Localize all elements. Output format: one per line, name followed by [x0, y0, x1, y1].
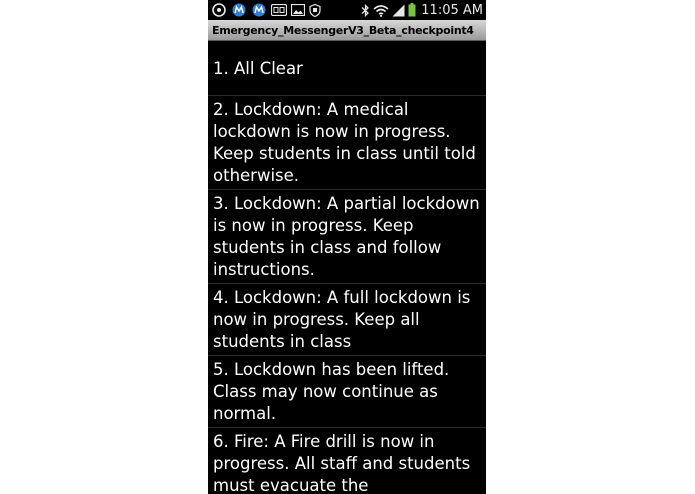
app-title: Emergency_MessengerV3_Beta_checkpoint4 — [212, 23, 474, 37]
shield-icon — [309, 3, 321, 17]
wifi-icon — [373, 4, 389, 17]
message-item-lockdown-lifted[interactable]: 5. Lockdown has been lifted. Class may n… — [208, 356, 486, 428]
message-item-full-lockdown[interactable]: 4. Lockdown: A full lockdown is now in p… — [208, 284, 486, 356]
status-time: 11:05 AM — [421, 2, 483, 18]
signal-icon — [392, 4, 405, 17]
phone-screen: 11:05 AM Emergency_MessengerV3_Beta_chec… — [208, 0, 486, 494]
message-item-all-clear[interactable]: 1. All Clear — [208, 41, 486, 96]
image-icon — [291, 4, 305, 16]
status-bar: 11:05 AM — [208, 0, 486, 20]
message-list: 1. All Clear 2. Lockdown: A medical lock… — [208, 41, 486, 494]
message-item-medical-lockdown[interactable]: 2. Lockdown: A medical lockdown is now i… — [208, 96, 486, 190]
message-item-fire-drill[interactable]: 6. Fire: A Fire drill is now in progress… — [208, 428, 486, 494]
cc-icon — [271, 4, 287, 16]
notification-icon — [211, 3, 227, 17]
app-icon — [251, 3, 267, 17]
battery-icon — [408, 3, 416, 17]
message-item-partial-lockdown[interactable]: 3. Lockdown: A partial lockdown is now i… — [208, 190, 486, 284]
app-title-bar: Emergency_MessengerV3_Beta_checkpoint4 — [208, 20, 486, 41]
app-icon — [231, 3, 247, 17]
bluetooth-icon — [361, 3, 370, 17]
